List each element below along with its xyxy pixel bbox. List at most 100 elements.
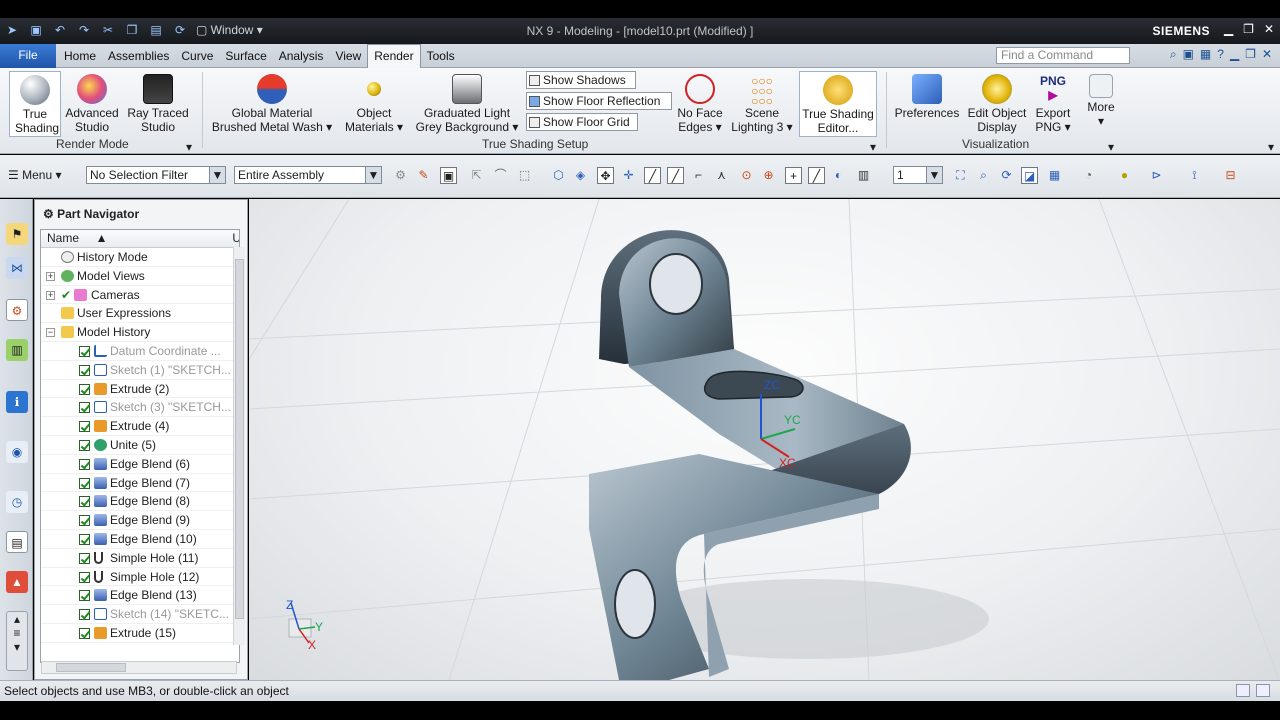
status-icon-2[interactable] <box>1256 684 1270 697</box>
control-point-icon[interactable]: ⌐ <box>690 167 707 184</box>
scene-lighting-button[interactable]: ○○○ ○○○ ○○○ Scene Lighting 3 ▾ <box>728 74 796 134</box>
point-on-face-icon[interactable]: ◐ <box>830 167 847 184</box>
solid-body-icon[interactable]: ⬡ <box>550 167 567 184</box>
table-row[interactable]: Simple Hole (11) <box>41 549 239 568</box>
name-column-header[interactable]: Name ▲U <box>41 230 239 248</box>
file-tab[interactable]: File <box>0 44 56 68</box>
assembly-navigator-icon[interactable]: ⚑ <box>6 223 28 245</box>
graphics-window[interactable]: ZC YC XC Z Y X <box>249 199 1280 680</box>
expand-icon[interactable]: + <box>46 271 55 281</box>
measure-icon[interactable]: ⊟ <box>1222 167 1239 184</box>
hd3d-tools-icon[interactable]: ℹ <box>6 391 28 413</box>
table-row[interactable]: Edge Blend (8) <box>41 492 239 512</box>
ribbon-options-icon[interactable]: ▾ <box>1268 140 1274 154</box>
table-row[interactable]: Edge Blend (6) <box>41 455 239 474</box>
ray-traced-studio-button[interactable]: Ray Traced Studio <box>126 74 190 134</box>
reuse-library-icon[interactable]: ▥ <box>6 339 28 361</box>
table-row[interactable]: Extrude (4) <box>41 417 239 436</box>
zoom-icon[interactable]: ⌕ <box>975 167 992 184</box>
csys-icon[interactable]: ⟟ <box>1186 167 1203 184</box>
collapse-icon[interactable]: − <box>46 328 55 338</box>
tab-curve[interactable]: Curve <box>175 44 219 68</box>
arc-center-icon[interactable]: ⊙ <box>738 167 755 184</box>
tab-render[interactable]: Render <box>367 44 421 68</box>
close-icon[interactable]: ✕ <box>1264 22 1274 36</box>
search-icon[interactable]: ⌕ <box>1170 47 1177 62</box>
scroll-thumb[interactable] <box>235 259 244 619</box>
setup-expand-icon[interactable]: ▾ <box>870 140 876 154</box>
object-materials-button[interactable]: Object Materials ▾ <box>342 74 406 134</box>
table-row[interactable]: Edge Blend (10) <box>41 530 239 549</box>
deselect-icon[interactable]: ⇱ <box>468 167 485 184</box>
table-row[interactable]: Edge Blend (7) <box>41 474 239 493</box>
checkbox[interactable] <box>79 515 90 527</box>
system-materials-icon[interactable]: ▤ <box>6 531 28 553</box>
checkbox[interactable] <box>79 402 90 414</box>
checkbox[interactable] <box>79 627 90 639</box>
checkbox[interactable] <box>79 345 90 357</box>
work-layer-icon[interactable]: ⊳ <box>1148 167 1165 184</box>
layer-dropdown[interactable]: 1 ▼ <box>893 166 943 184</box>
restore-icon[interactable]: ❐ <box>1243 22 1254 36</box>
quadrant-icon[interactable]: ⊕ <box>760 167 777 184</box>
intersection-icon[interactable]: ⋏ <box>713 167 730 184</box>
status-icon-1[interactable] <box>1236 684 1250 697</box>
doc-restore-icon[interactable]: ❐ <box>1245 47 1256 62</box>
bounded-grid-icon[interactable]: ▥ <box>855 167 872 184</box>
web-browser-icon[interactable]: ◉ <box>6 441 28 463</box>
checkbox[interactable] <box>79 421 90 433</box>
fit-window-icon[interactable]: ▣ <box>1183 47 1194 62</box>
list-item[interactable]: + ✔ Cameras <box>41 286 239 305</box>
export-png-button[interactable]: PNG ▶ Export PNG ▾ <box>1032 74 1074 134</box>
resource-icon[interactable]: ▦ <box>1200 47 1211 62</box>
vertical-scrollbar[interactable] <box>233 247 245 645</box>
tab-tools[interactable]: Tools <box>421 44 461 68</box>
checkbox[interactable] <box>79 552 90 564</box>
end-point-icon[interactable]: ╱ <box>644 167 661 184</box>
checkbox[interactable] <box>79 533 90 545</box>
true-shading-button[interactable]: True Shading <box>9 71 61 137</box>
scroll-thumb[interactable] <box>56 663 126 672</box>
select-features-icon[interactable]: ✎ <box>415 167 432 184</box>
more-button[interactable]: More ▾ <box>1080 74 1122 128</box>
find-command-input[interactable]: Find a Command <box>996 47 1130 64</box>
visualization-expand-icon[interactable]: ▾ <box>1108 140 1114 154</box>
select-region-icon[interactable]: ▣ <box>440 167 457 184</box>
expand-icon[interactable]: + <box>46 290 55 300</box>
doc-minimize-icon[interactable]: ▁ <box>1230 47 1239 62</box>
checkbox[interactable] <box>79 609 90 621</box>
table-row[interactable]: Extrude (2) <box>41 380 239 399</box>
checkbox[interactable] <box>79 477 90 489</box>
point-on-curve-icon[interactable]: ╱ <box>808 167 825 184</box>
list-item[interactable]: History Mode <box>41 248 239 267</box>
global-material-button[interactable]: Global Material Brushed Metal Wash ▾ <box>210 74 334 134</box>
horizontal-scrollbar[interactable] <box>41 661 237 674</box>
history-icon[interactable]: ◷ <box>6 491 28 513</box>
render-style-icon[interactable]: ▦ <box>1046 167 1063 184</box>
show-shadows-toggle[interactable]: Show Shadows <box>526 71 636 89</box>
list-item[interactable]: User Expressions <box>41 304 239 324</box>
edit-object-display-button[interactable]: Edit Object Display <box>963 74 1031 134</box>
selection-filter-dropdown[interactable]: No Selection Filter ▼ <box>86 166 226 184</box>
sheet-body-icon[interactable]: ◈ <box>572 167 589 184</box>
list-item[interactable]: − Model History <box>41 323 239 342</box>
filter-icon[interactable]: ⚙ <box>392 167 409 184</box>
mid-point-icon[interactable]: ╱ <box>667 167 684 184</box>
background-icon[interactable]: ◔ <box>1080 167 1097 184</box>
checkbox[interactable] <box>79 496 90 508</box>
preferences-button[interactable]: Preferences <box>893 74 961 120</box>
orient-view-icon[interactable]: ◪ <box>1021 167 1038 184</box>
rectangle-select-icon[interactable]: ⬚ <box>516 167 533 184</box>
minimize-icon[interactable]: ▁ <box>1224 22 1233 36</box>
snap-grid-icon[interactable]: ✛ <box>620 167 637 184</box>
selection-scope-dropdown[interactable]: Entire Assembly ▼ <box>234 166 382 184</box>
checkbox[interactable] <box>79 364 90 376</box>
snap-point-icon[interactable]: ✥ <box>597 167 614 184</box>
shaded-sphere-icon[interactable]: ● <box>1116 167 1133 184</box>
table-row[interactable]: Edge Blend (9) <box>41 511 239 530</box>
doc-close-icon[interactable]: ✕ <box>1262 47 1272 62</box>
show-floor-reflection-toggle[interactable]: Show Floor Reflection <box>526 92 672 110</box>
show-floor-grid-toggle[interactable]: Show Floor Grid <box>526 113 638 131</box>
table-row[interactable]: Extrude (15) <box>41 624 239 643</box>
list-item[interactable]: + Model Views <box>41 267 239 286</box>
